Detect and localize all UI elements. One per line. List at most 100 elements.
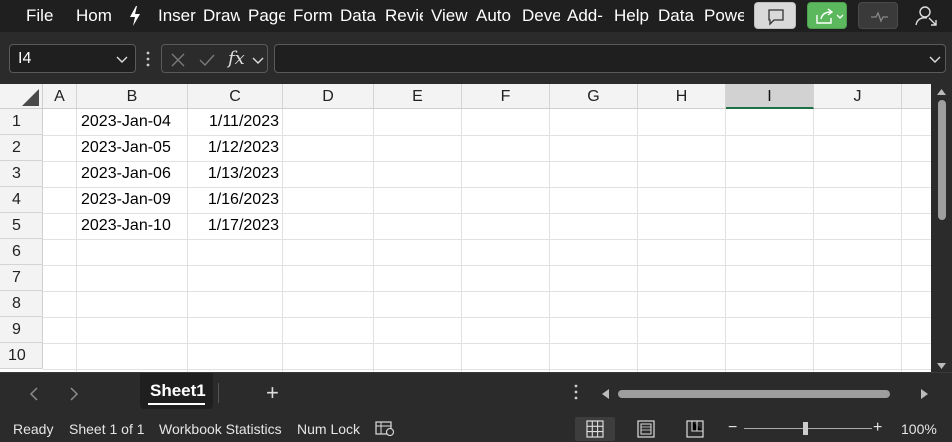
next-sheet-icon[interactable] xyxy=(69,387,79,401)
gridline xyxy=(901,109,902,372)
zoom-slider-track[interactable] xyxy=(744,428,872,429)
cell-b3[interactable]: 2023-Jan-06 xyxy=(77,161,188,187)
activity-icon xyxy=(871,11,888,23)
tab-power[interactable]: Powe xyxy=(704,0,744,32)
previous-sheet-icon[interactable] xyxy=(29,387,39,401)
coauthor-icon[interactable] xyxy=(914,4,940,28)
cell-c3[interactable]: 1/13/2023 xyxy=(188,161,283,187)
divider xyxy=(218,383,219,403)
cell-c1[interactable]: 1/11/2023 xyxy=(188,109,283,135)
column-header-i[interactable]: I xyxy=(726,84,814,109)
workbook-statistics-button[interactable]: Workbook Statistics xyxy=(159,421,282,437)
chevron-down-icon[interactable] xyxy=(252,55,264,65)
cell-c2[interactable]: 1/12/2023 xyxy=(188,135,283,161)
status-bar: Ready Sheet 1 of 1 Workbook Statistics N… xyxy=(0,414,952,442)
gridline xyxy=(461,109,462,372)
column-header-a[interactable]: A xyxy=(43,84,77,109)
tab-view[interactable]: View xyxy=(431,0,469,32)
share-button[interactable] xyxy=(807,2,847,29)
expand-formula-bar-icon[interactable] xyxy=(929,54,941,64)
cell-b2[interactable]: 2023-Jan-05 xyxy=(77,135,188,161)
scroll-down-arrow-icon[interactable] xyxy=(936,362,947,370)
horizontal-scrollbar[interactable] xyxy=(598,385,934,403)
row-header-1[interactable]: 1 xyxy=(0,109,43,135)
row-header-10[interactable]: 10 xyxy=(0,343,43,369)
column-header-partial[interactable] xyxy=(902,84,931,109)
column-header-b[interactable]: B xyxy=(77,84,188,109)
accessibility-icon[interactable] xyxy=(375,420,395,436)
gridline xyxy=(43,317,931,318)
zoom-level[interactable]: 100% xyxy=(901,421,937,437)
cell-c5[interactable]: 1/17/2023 xyxy=(188,213,283,239)
scroll-left-arrow-icon[interactable] xyxy=(600,388,610,400)
row-header-5[interactable]: 5 xyxy=(0,213,43,239)
tab-data[interactable]: Data xyxy=(340,0,377,32)
zoom-slider-thumb[interactable] xyxy=(803,422,808,435)
row-header-8[interactable]: 8 xyxy=(0,291,43,317)
tab-developer[interactable]: Deve xyxy=(522,0,560,32)
comments-button[interactable] xyxy=(754,2,796,29)
more-sheets-icon[interactable] xyxy=(573,383,579,401)
status-sheet-info: Sheet 1 of 1 xyxy=(69,421,145,437)
sheet-tab-sheet1[interactable]: Sheet1 xyxy=(140,373,213,409)
tab-page-layout[interactable]: Page xyxy=(248,0,285,32)
row-header-3[interactable]: 3 xyxy=(0,161,43,187)
more-options-icon[interactable] xyxy=(145,51,151,67)
tab-draw[interactable]: Draw xyxy=(203,0,240,32)
scroll-right-arrow-icon[interactable] xyxy=(920,388,930,400)
scroll-up-arrow-icon[interactable] xyxy=(936,88,947,96)
insert-function-button[interactable]: fx xyxy=(228,48,245,69)
row-header-7[interactable]: 7 xyxy=(0,265,43,291)
add-sheet-button[interactable]: + xyxy=(266,380,279,406)
worksheet-grid[interactable]: A B C D E F G H I J 1 2 3 4 5 6 7 8 9 10… xyxy=(0,84,931,372)
tab-formulas[interactable]: Form xyxy=(293,0,332,32)
gridline xyxy=(43,291,931,292)
column-header-c[interactable]: C xyxy=(188,84,283,109)
cancel-icon[interactable] xyxy=(170,52,186,68)
tab-review[interactable]: Revie xyxy=(385,0,423,32)
row-header-9[interactable]: 9 xyxy=(0,317,43,343)
column-header-d[interactable]: D xyxy=(283,84,374,109)
zoom-in-button[interactable]: + xyxy=(873,419,882,437)
status-ready: Ready xyxy=(13,421,54,437)
cell-c4[interactable]: 1/16/2023 xyxy=(188,187,283,213)
formula-input[interactable] xyxy=(274,44,946,73)
column-header-j[interactable]: J xyxy=(814,84,902,109)
tab-automate[interactable]: Auto xyxy=(476,0,514,32)
column-header-e[interactable]: E xyxy=(374,84,462,109)
column-header-g[interactable]: G xyxy=(550,84,638,109)
column-header-h[interactable]: H xyxy=(638,84,726,109)
row-header-4[interactable]: 4 xyxy=(0,187,43,213)
status-num-lock: Num Lock xyxy=(297,421,361,437)
cell-b5[interactable]: 2023-Jan-10 xyxy=(77,213,188,239)
horizontal-scroll-thumb[interactable] xyxy=(618,390,890,398)
select-all-button[interactable] xyxy=(0,84,43,109)
tab-quick-analysis-icon[interactable] xyxy=(124,0,146,32)
enter-check-icon[interactable] xyxy=(198,52,216,68)
normal-view-button[interactable] xyxy=(575,417,615,441)
activity-button[interactable] xyxy=(858,2,898,29)
cell-b1[interactable]: 2023-Jan-04 xyxy=(77,109,188,135)
zoom-out-button[interactable]: − xyxy=(728,419,737,437)
row-header-2[interactable]: 2 xyxy=(0,135,43,161)
tab-insert[interactable]: Inser xyxy=(158,0,196,32)
cell-b4[interactable]: 2023-Jan-09 xyxy=(77,187,188,213)
tab-file[interactable]: File xyxy=(26,0,54,32)
name-box[interactable]: I4 xyxy=(9,44,136,73)
page-layout-icon xyxy=(637,420,655,438)
column-header-f[interactable]: F xyxy=(462,84,550,109)
tab-help[interactable]: Help xyxy=(614,0,650,32)
vertical-scroll-thumb[interactable] xyxy=(938,100,946,220)
page-break-icon xyxy=(686,420,704,438)
page-break-view-button[interactable] xyxy=(675,417,715,441)
vertical-scrollbar[interactable] xyxy=(931,84,952,372)
page-layout-view-button[interactable] xyxy=(626,417,666,441)
sheet-tab-bar: Sheet1 + xyxy=(0,372,952,414)
row-header-6[interactable]: 6 xyxy=(0,239,43,265)
grid-view-icon xyxy=(586,420,604,438)
gridline xyxy=(725,109,726,372)
tab-data-2[interactable]: Data xyxy=(658,0,696,32)
tab-home[interactable]: Hom xyxy=(76,0,113,32)
chevron-down-icon[interactable] xyxy=(116,54,128,64)
tab-add-ins[interactable]: Add- xyxy=(567,0,606,32)
